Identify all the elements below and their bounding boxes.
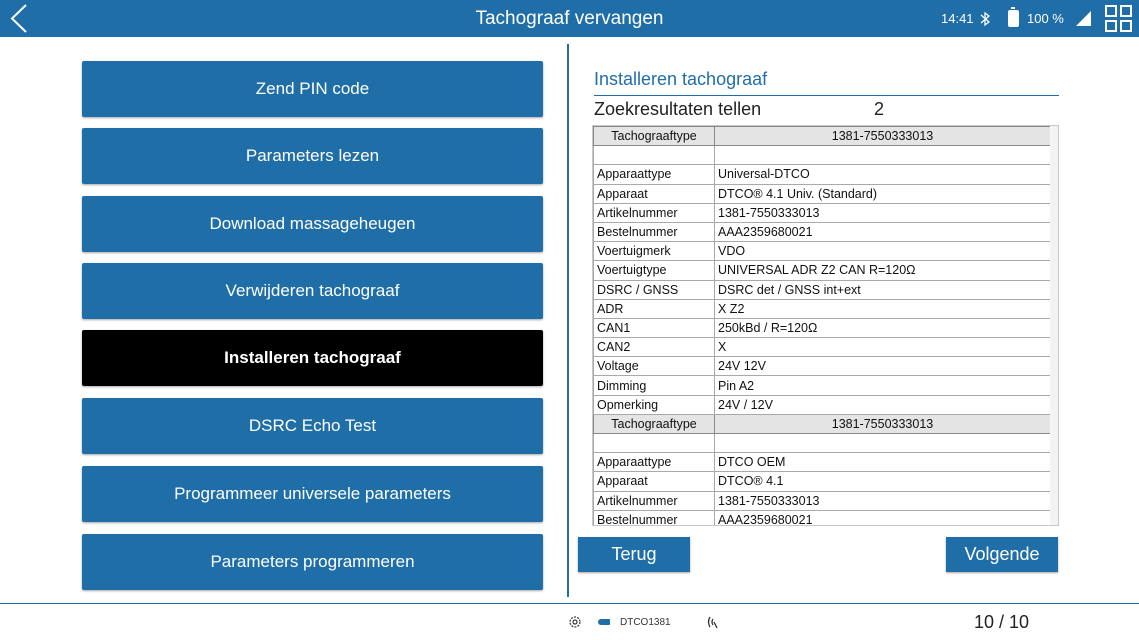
table-row [593,145,1051,166]
menu-read-parameters-button[interactable]: Parameters lezen [82,128,543,184]
menu-dsrc-echo-test-button[interactable]: DSRC Echo Test [82,398,543,454]
result-header-key: Tachograaftype [593,413,715,435]
back-button[interactable]: Terug [578,537,690,572]
menu-program-universal-parameters-button[interactable]: Programmeer universele parameters [82,466,543,522]
row-key: CAN1 [593,317,715,339]
battery-icon [1008,7,1019,27]
row-value: 1381-7550333013 [714,202,1051,223]
wireless-icon [707,616,718,629]
row-value: 24V 12V [714,356,1051,377]
results-table-container[interactable]: Tachograaftype 1381-7550333013 Apparaattyp… [592,125,1059,526]
row-key: Dimming [593,375,715,396]
row-value [714,145,1051,166]
table-row: CAN1 250kBd / R=120Ω [593,317,1051,339]
row-key: DSRC / GNSS [593,279,715,300]
grid-icon[interactable] [1105,5,1132,32]
battery-percentage: 100 % [1027,11,1064,26]
row-key: Bestelnummer [593,221,715,243]
row-value: Pin A2 [714,375,1051,396]
row-value: X Z2 [714,298,1051,319]
row-value: AAA2359680021 [714,509,1051,525]
chevron-left-icon[interactable] [6,3,34,34]
table-row: Voltage 24V 12V [593,356,1051,377]
menu-send-pin-button[interactable]: Zend PIN code [82,61,543,117]
bluetooth-icon [980,11,991,27]
table-row: CAN2 X [593,337,1051,358]
row-key [593,145,715,166]
row-key: Voertuigmerk [593,241,715,262]
table-row: Apparaattype Universal-DTCO [593,164,1051,185]
table-row: ADR X Z2 [593,298,1051,319]
table-row: Apparaat DTCO® 4.1 [593,471,1051,492]
row-key: ADR [593,298,715,319]
table-scrollbar[interactable] [1050,126,1058,525]
row-value: DTCO OEM [714,452,1051,473]
result-count-label: Zoekresultaten tellen [594,99,762,119]
table-row: Bestelnummer AAA2359680021 [593,509,1051,525]
menu-download-memory-button[interactable]: Download massageheugen [82,196,543,252]
table-row: Artikelnummer 1381-7550333013 [593,490,1051,511]
panel-title-underline [594,95,1059,96]
gear-icon[interactable] [568,615,582,629]
row-key: Apparaattype [593,164,715,185]
panel-title: Installeren tachograaf [594,69,768,89]
app-window: Tachograaf vervangen 14:41 100 % Zend PI… [0,0,1139,640]
table-row: DSRC / GNSS DSRC det / GNSS int+ext [593,279,1051,300]
row-value: AAA2359680021 [714,221,1051,243]
row-key: Apparaattype [593,452,715,473]
menu-remove-tachograph-button[interactable]: Verwijderen tachograaf [82,263,543,319]
result-header-row: Tachograaftype 1381-7550333013 [593,413,1051,435]
table-row: Apparaat DTCO® 4.1 Univ. (Standard) [593,183,1051,204]
row-value: VDO [714,241,1051,262]
result-header-value: 1381-7550333013 [714,413,1051,435]
table-row [593,432,1051,454]
next-button[interactable]: Volgende [946,537,1058,572]
row-value [714,432,1051,454]
row-key: Artikelnummer [593,202,715,223]
row-value: 1381-7550333013 [714,490,1051,511]
vehicle-icon [598,619,610,625]
table-row: Apparaattype DTCO OEM [593,452,1051,473]
row-value: DSRC det / GNSS int+ext [714,279,1051,300]
row-key: Opmerking [593,394,715,415]
row-value: DTCO® 4.1 Univ. (Standard) [714,183,1051,204]
row-key [593,432,715,454]
result-header-row: Tachograaftype 1381-7550333013 [593,126,1051,147]
results-table: Tachograaftype 1381-7550333013 Apparaattyp… [593,126,1051,525]
table-row: Dimming Pin A2 [593,375,1051,396]
result-header-key: Tachograaftype [593,126,715,147]
row-key: Apparaat [593,183,715,204]
row-key: Voltage [593,356,715,377]
row-value: DTCO® 4.1 [714,471,1051,492]
row-value: UNIVERSAL ADR Z2 CAN R=120Ω [714,260,1051,281]
result-count-value: 2 [874,99,885,119]
row-value: Universal-DTCO [714,164,1051,185]
menu-program-parameters-button[interactable]: Parameters programmeren [82,534,543,590]
footer-divider [0,603,1139,604]
row-key: Voertuigtype [593,260,715,281]
status-time: 14:41 [941,11,974,26]
row-value: X [714,337,1051,358]
result-header-value: 1381-7550333013 [714,126,1051,147]
table-row: Artikelnummer 1381-7550333013 [593,202,1051,223]
page-indicator: 10 / 10 [974,612,1030,632]
table-row: Bestelnummer AAA2359680021 [593,221,1051,243]
table-row: Opmerking 24V / 12V [593,394,1051,415]
vertical-divider [567,44,569,597]
row-key: Bestelnummer [593,509,715,525]
signal-icon [1076,11,1091,26]
header-bar: Tachograaf vervangen 14:41 100 % [0,0,1139,37]
table-row: Voertuigmerk VDO [593,241,1051,262]
row-key: CAN2 [593,337,715,358]
row-value: 24V / 12V [714,394,1051,415]
table-row: Voertuigtype UNIVERSAL ADR Z2 CAN R=120Ω [593,260,1051,281]
row-key: Apparaat [593,471,715,492]
device-name: DTCO1381 [620,617,671,628]
row-key: Artikelnummer [593,490,715,511]
row-value: 250kBd / R=120Ω [714,317,1051,339]
menu-install-tachograph-button[interactable]: Installeren tachograaf [82,330,543,386]
